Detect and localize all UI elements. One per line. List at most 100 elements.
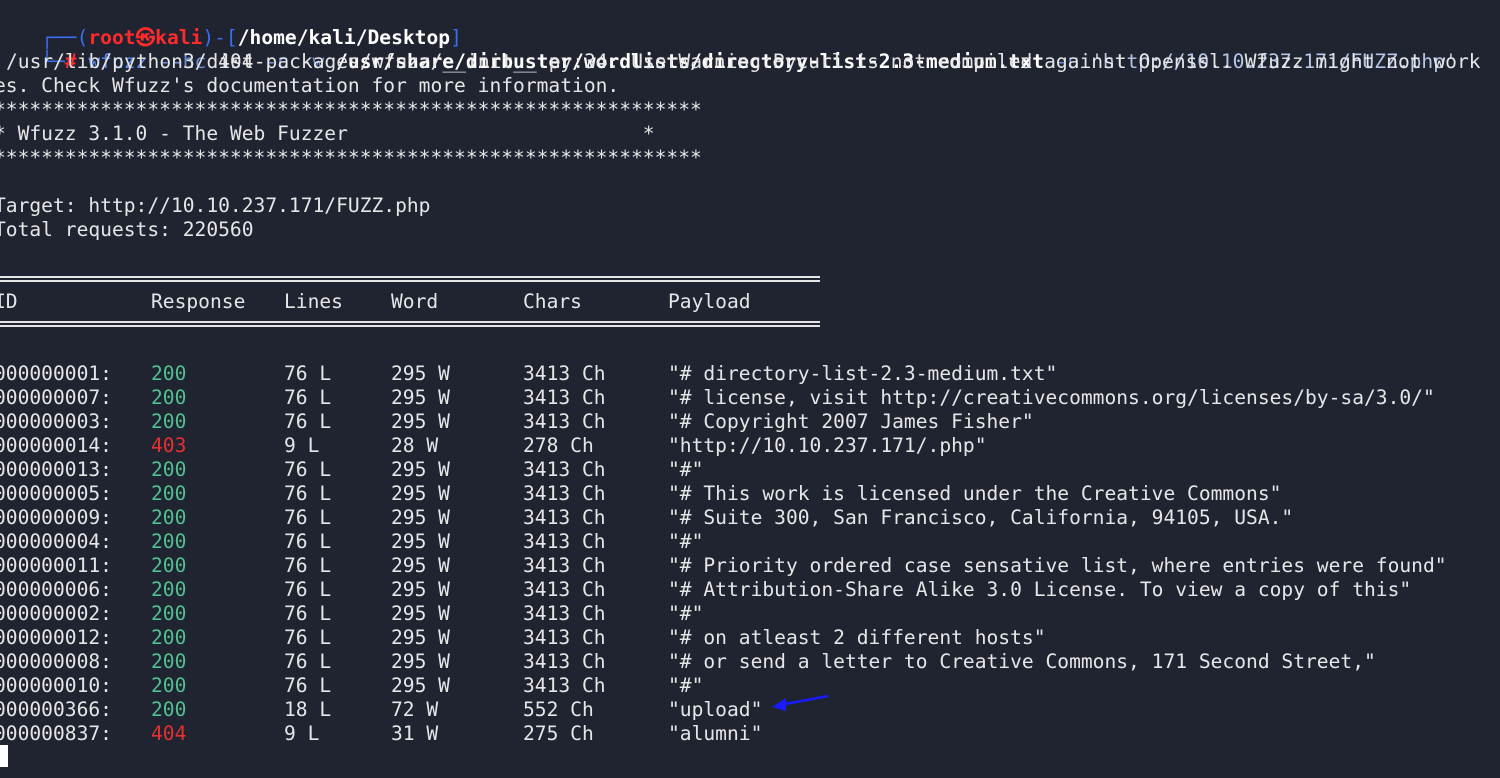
cell-word: 295 W bbox=[391, 554, 450, 577]
cell-lines: 9 L bbox=[284, 434, 320, 457]
cell-id: 000000006: bbox=[0, 578, 112, 601]
cell-id: 000000366: bbox=[0, 698, 112, 721]
cell-response: 200 bbox=[151, 506, 187, 529]
cell-word: 295 W bbox=[391, 362, 450, 385]
cell-response: 200 bbox=[151, 458, 187, 481]
cell-payload: "#" bbox=[668, 674, 704, 697]
cell-payload: "#" bbox=[668, 458, 704, 481]
cell-response: 200 bbox=[151, 386, 187, 409]
cell-payload: "# Attribution-Share Alike 3.0 License. … bbox=[668, 578, 1412, 601]
cell-word: 295 W bbox=[391, 386, 450, 409]
terminal-window[interactable]: ┌──(root㉿kali)-[/home/kali/Desktop] └─# … bbox=[0, 0, 1500, 778]
cell-id: 000000008: bbox=[0, 650, 112, 673]
table-row: 000000012: 200 76 L 295 W 3413 Ch "# on atlea… bbox=[0, 626, 1500, 650]
table-separator-bottom bbox=[0, 321, 820, 327]
cell-chars: 3413 Ch bbox=[523, 506, 606, 529]
cell-chars: 3413 Ch bbox=[523, 626, 606, 649]
cell-word: 28 W bbox=[391, 434, 439, 457]
cell-payload: "# This work is licensed under the Creat… bbox=[668, 482, 1282, 505]
cell-chars: 3413 Ch bbox=[523, 650, 606, 673]
cell-lines: 76 L bbox=[284, 386, 332, 409]
cell-chars: 3413 Ch bbox=[523, 674, 606, 697]
table-row: 000000006: 200 76 L 295 W 3413 Ch "# Attribut… bbox=[0, 578, 1500, 602]
cell-chars: 552 Ch bbox=[523, 698, 594, 721]
cell-lines: 76 L bbox=[284, 674, 332, 697]
cell-payload: "# Priority ordered case sensative list,… bbox=[668, 554, 1447, 577]
table-row: 000000014: 403 9 L 28 W 278 Ch "http://10.10.… bbox=[0, 434, 1500, 458]
cell-payload: "#" bbox=[668, 530, 704, 553]
cell-lines: 76 L bbox=[284, 602, 332, 625]
cell-word: 295 W bbox=[391, 458, 450, 481]
cell-word: 295 W bbox=[391, 650, 450, 673]
table-row: 000000009: 200 76 L 295 W 3413 Ch "# Suite 30… bbox=[0, 506, 1500, 530]
arrow-icon bbox=[772, 694, 829, 711]
table-row: 000000008: 200 76 L 295 W 3413 Ch "# or send … bbox=[0, 650, 1500, 674]
header-chars: Chars bbox=[523, 290, 582, 313]
cell-chars: 3413 Ch bbox=[523, 602, 606, 625]
warning-line-2: es. Check Wfuzz's documentation for more… bbox=[0, 74, 620, 97]
target-line: Target: http://10.10.237.171/FUZZ.php bbox=[0, 194, 431, 217]
cell-word: 295 W bbox=[391, 506, 450, 529]
table-separator-top bbox=[0, 276, 820, 282]
cell-payload: "# license, visit http://creativecommons… bbox=[668, 386, 1435, 409]
cell-chars: 3413 Ch bbox=[523, 482, 606, 505]
header-payload: Payload bbox=[668, 290, 751, 313]
cell-payload: "# directory-list-2.3-medium.txt" bbox=[668, 362, 1058, 385]
cell-lines: 76 L bbox=[284, 506, 332, 529]
cell-chars: 3413 Ch bbox=[523, 386, 606, 409]
cell-lines: 76 L bbox=[284, 626, 332, 649]
cell-word: 295 W bbox=[391, 674, 450, 697]
cell-id: 000000012: bbox=[0, 626, 112, 649]
cell-payload: "# on atleast 2 different hosts" bbox=[668, 626, 1046, 649]
cell-chars: 3413 Ch bbox=[523, 362, 606, 385]
cell-chars: 3413 Ch bbox=[523, 578, 606, 601]
header-lines: Lines bbox=[284, 290, 343, 313]
banner-title: * Wfuzz 3.1.0 - The Web Fuzzer * bbox=[0, 122, 655, 145]
cell-response: 200 bbox=[151, 650, 187, 673]
table-row: 000000010: 200 76 L 295 W 3413 Ch "#" bbox=[0, 674, 1500, 698]
cell-id: 000000009: bbox=[0, 506, 112, 529]
cell-payload: "http://10.10.237.171/.php" bbox=[668, 434, 987, 457]
cell-payload: "alumni" bbox=[668, 722, 763, 745]
terminal-cursor[interactable] bbox=[0, 745, 8, 767]
cell-payload: "# or send a letter to Creative Commons,… bbox=[668, 650, 1376, 673]
cell-chars: 278 Ch bbox=[523, 434, 594, 457]
table-row: 000000003: 200 76 L 295 W 3413 Ch "# Copyrigh… bbox=[0, 410, 1500, 434]
table-row: 000000013: 200 76 L 295 W 3413 Ch "#" bbox=[0, 458, 1500, 482]
cell-id: 000000011: bbox=[0, 554, 112, 577]
banner-stars-bottom: ****************************************… bbox=[0, 146, 702, 169]
cell-id: 000000014: bbox=[0, 434, 112, 457]
cell-word: 72 W bbox=[391, 698, 439, 721]
cell-lines: 76 L bbox=[284, 410, 332, 433]
cell-chars: 3413 Ch bbox=[523, 554, 606, 577]
header-word: Word bbox=[391, 290, 439, 313]
cell-payload: "# Suite 300, San Francisco, California,… bbox=[668, 506, 1294, 529]
command-line[interactable]: └─# wfuzz --hc 404 -c -w /usr/share/dirb… bbox=[0, 26, 1457, 73]
cell-id: 000000003: bbox=[0, 410, 112, 433]
table-row: 000000007: 200 76 L 295 W 3413 Ch "# license,… bbox=[0, 386, 1500, 410]
header-response: Response bbox=[151, 290, 246, 313]
cell-id: 000000001: bbox=[0, 362, 112, 385]
cell-lines: 76 L bbox=[284, 554, 332, 577]
cell-response: 200 bbox=[151, 482, 187, 505]
cell-lines: 76 L bbox=[284, 530, 332, 553]
total-requests-line: Total requests: 220560 bbox=[0, 218, 254, 241]
cell-response: 200 bbox=[151, 554, 187, 577]
table-row: 000000004: 200 76 L 295 W 3413 Ch "#" bbox=[0, 530, 1500, 554]
cell-id: 000000002: bbox=[0, 602, 112, 625]
cell-payload: "# Copyright 2007 James Fisher" bbox=[668, 410, 1034, 433]
cell-chars: 3413 Ch bbox=[523, 458, 606, 481]
cell-word: 295 W bbox=[391, 626, 450, 649]
cell-response: 200 bbox=[151, 578, 187, 601]
cell-word: 295 W bbox=[391, 410, 450, 433]
cell-response: 200 bbox=[151, 530, 187, 553]
cell-id: 000000004: bbox=[0, 530, 112, 553]
cell-id: 000000005: bbox=[0, 482, 112, 505]
cell-response: 200 bbox=[151, 410, 187, 433]
cell-id: 000000010: bbox=[0, 674, 112, 697]
cell-chars: 3413 Ch bbox=[523, 530, 606, 553]
cell-word: 295 W bbox=[391, 530, 450, 553]
table-row: 000000005: 200 76 L 295 W 3413 Ch "# This wor… bbox=[0, 482, 1500, 506]
cell-id: 000000007: bbox=[0, 386, 112, 409]
cell-word: 295 W bbox=[391, 602, 450, 625]
